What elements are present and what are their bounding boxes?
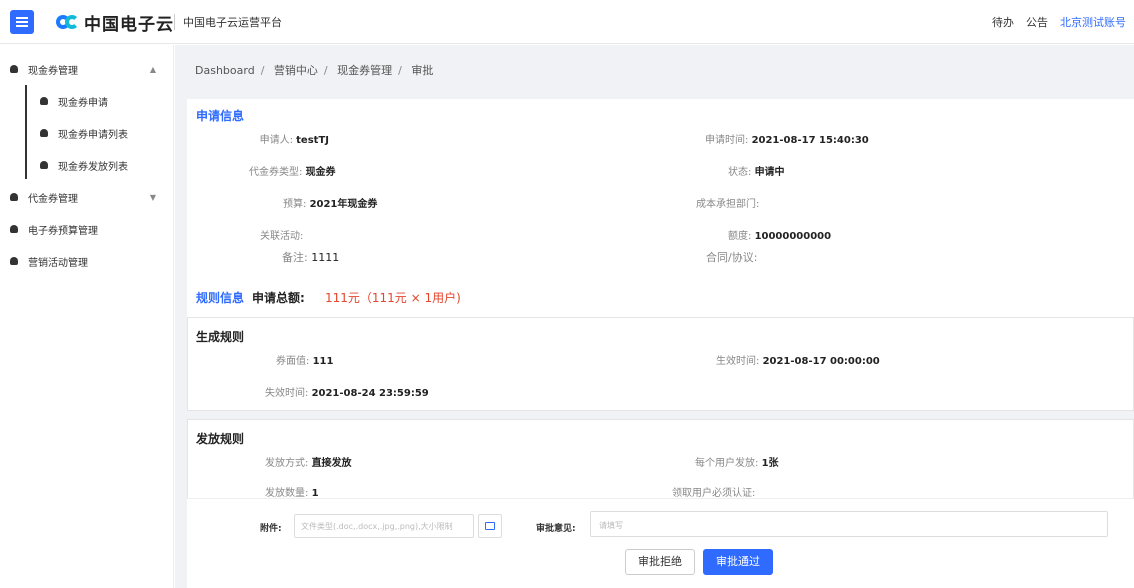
amount-field: 额度: 10000000000 bbox=[728, 231, 832, 242]
coupon-type-field: 代金券类型: 现金券 bbox=[249, 167, 336, 178]
sidebar-item-label: 现金券发放列表 bbox=[58, 161, 128, 173]
sidebar: 现金券管理 ▲ 现金券申请 现金券申请列表 现金券发放列表 代金券管理 ▼ 电子… bbox=[0, 45, 174, 588]
total-label: 申请总额: bbox=[252, 291, 305, 305]
breadcrumb-item[interactable]: 营销中心 bbox=[274, 64, 318, 77]
header-actions: 待办 公告 北京测试账号 bbox=[992, 14, 1126, 30]
contract-field: 合同/协议: bbox=[706, 251, 758, 264]
distribution-rule-card: 发放规则 发放方式: 直接发放 每个用户发放: 1张 发放数量: 1 领取用户必… bbox=[187, 419, 1134, 499]
opinion-input[interactable]: 请填写 bbox=[590, 511, 1108, 537]
status-field: 状态: 申请中 bbox=[728, 167, 785, 178]
sidebar-item-label: 现金券管理 bbox=[28, 65, 78, 77]
sidebar-item-voucher[interactable]: 代金券管理 ▼ bbox=[0, 183, 174, 211]
main-content: Dashboard / 营销中心 / 现金券管理 / 审批 申请信息 申请人: tes… bbox=[175, 45, 1134, 588]
dashboard-icon bbox=[40, 129, 48, 137]
sidebar-item-cash-coupon[interactable]: 现金券管理 ▲ bbox=[0, 55, 174, 83]
breadcrumb: Dashboard / 营销中心 / 现金券管理 / 审批 bbox=[195, 64, 434, 77]
dist-method-field: 发放方式: 直接发放 bbox=[265, 458, 352, 469]
sidebar-item-label: 代金券管理 bbox=[28, 193, 78, 205]
breadcrumb-item[interactable]: 现金券管理 bbox=[337, 64, 392, 77]
dashboard-icon bbox=[40, 97, 48, 105]
approval-bar: 附件: 文件类型(.doc,.docx,.jpg,.png),大小限制 审批意见… bbox=[187, 498, 1134, 588]
breadcrumb-current: 审批 bbox=[411, 64, 434, 77]
sidebar-item-cash-apply-list[interactable]: 现金券申请列表 bbox=[0, 119, 174, 147]
applicant-field: 申请人: testTJ bbox=[259, 135, 329, 146]
total-amount: 111元（111元 × 1用户) bbox=[325, 291, 461, 305]
generation-rule-card: 生成规则 券面值: 111 生效时间: 2021-08-17 00:00:00 … bbox=[187, 317, 1134, 411]
dashboard-icon bbox=[10, 257, 18, 265]
sidebar-item-cash-apply[interactable]: 现金券申请 bbox=[0, 87, 174, 115]
reject-button[interactable]: 审批拒绝 bbox=[625, 549, 695, 575]
dist-count-field: 发放数量: 1 bbox=[265, 488, 319, 499]
sidebar-item-budget[interactable]: 电子券预算管理 bbox=[0, 215, 174, 243]
per-user-field: 每个用户发放: 1张 bbox=[695, 458, 779, 469]
notice-link[interactable]: 公告 bbox=[1026, 14, 1048, 30]
menu-toggle-icon[interactable] bbox=[10, 10, 34, 34]
chevron-down-icon: ▼ bbox=[149, 192, 156, 202]
budget-field: 预算: 2021年现金券 bbox=[283, 199, 378, 210]
expire-time-field: 失效时间: 2021-08-24 23:59:59 bbox=[265, 388, 429, 399]
account-menu[interactable]: 北京测试账号 bbox=[1060, 14, 1126, 30]
related-activity-field: 关联活动: bbox=[260, 231, 304, 242]
rule-title: 生成规则 bbox=[196, 330, 245, 344]
sidebar-item-label: 现金券申请列表 bbox=[58, 129, 128, 141]
sidebar-item-label: 现金券申请 bbox=[58, 97, 108, 109]
chevron-up-icon: ▲ bbox=[149, 64, 156, 74]
sidebar-item-label: 电子券预算管理 bbox=[28, 225, 98, 237]
face-value-field: 券面值: 111 bbox=[276, 356, 334, 367]
section-title: 规则信息 bbox=[196, 291, 245, 305]
attachment-input[interactable]: 文件类型(.doc,.docx,.jpg,.png),大小限制 bbox=[294, 514, 474, 538]
opinion-label: 审批意见: bbox=[536, 524, 576, 534]
sidebar-item-label: 营销活动管理 bbox=[28, 257, 88, 269]
attachment-label: 附件: bbox=[260, 524, 282, 534]
upload-folder-icon[interactable] bbox=[478, 514, 502, 538]
platform-name: 中国电子云运营平台 bbox=[174, 14, 282, 30]
rule-title: 发放规则 bbox=[196, 432, 245, 446]
rules-header: 规则信息 申请总额: 111元（111元 × 1用户) bbox=[187, 277, 1134, 317]
breadcrumb-item[interactable]: Dashboard bbox=[195, 64, 255, 77]
apply-time-field: 申请时间: 2021-08-17 15:40:30 bbox=[705, 135, 869, 146]
brand-logo: 中国电子云 bbox=[56, 11, 174, 35]
dashboard-icon bbox=[10, 225, 18, 233]
top-header: 中国电子云 中国电子云运营平台 待办 公告 北京测试账号 bbox=[0, 0, 1134, 44]
dashboard-icon bbox=[40, 161, 48, 169]
approve-button[interactable]: 审批通过 bbox=[703, 549, 773, 575]
apply-info-card: 申请信息 申请人: testTJ 申请时间: 2021-08-17 15:40:… bbox=[187, 99, 1134, 277]
effective-time-field: 生效时间: 2021-08-17 00:00:00 bbox=[716, 356, 880, 367]
todo-link[interactable]: 待办 bbox=[992, 14, 1014, 30]
verify-field: 领取用户必须认证: bbox=[672, 488, 756, 499]
remark-field: 备注: 1111 bbox=[282, 251, 340, 264]
logo-mark-icon bbox=[56, 13, 80, 31]
logo-text: 中国电子云 bbox=[84, 14, 174, 35]
cost-dept-field: 成本承担部门: bbox=[696, 199, 760, 210]
dashboard-icon bbox=[10, 193, 18, 201]
sidebar-item-activity[interactable]: 营销活动管理 bbox=[0, 247, 174, 275]
sidebar-item-cash-dist-list[interactable]: 现金券发放列表 bbox=[0, 151, 174, 179]
dashboard-icon bbox=[10, 65, 18, 73]
section-title: 申请信息 bbox=[196, 109, 245, 123]
